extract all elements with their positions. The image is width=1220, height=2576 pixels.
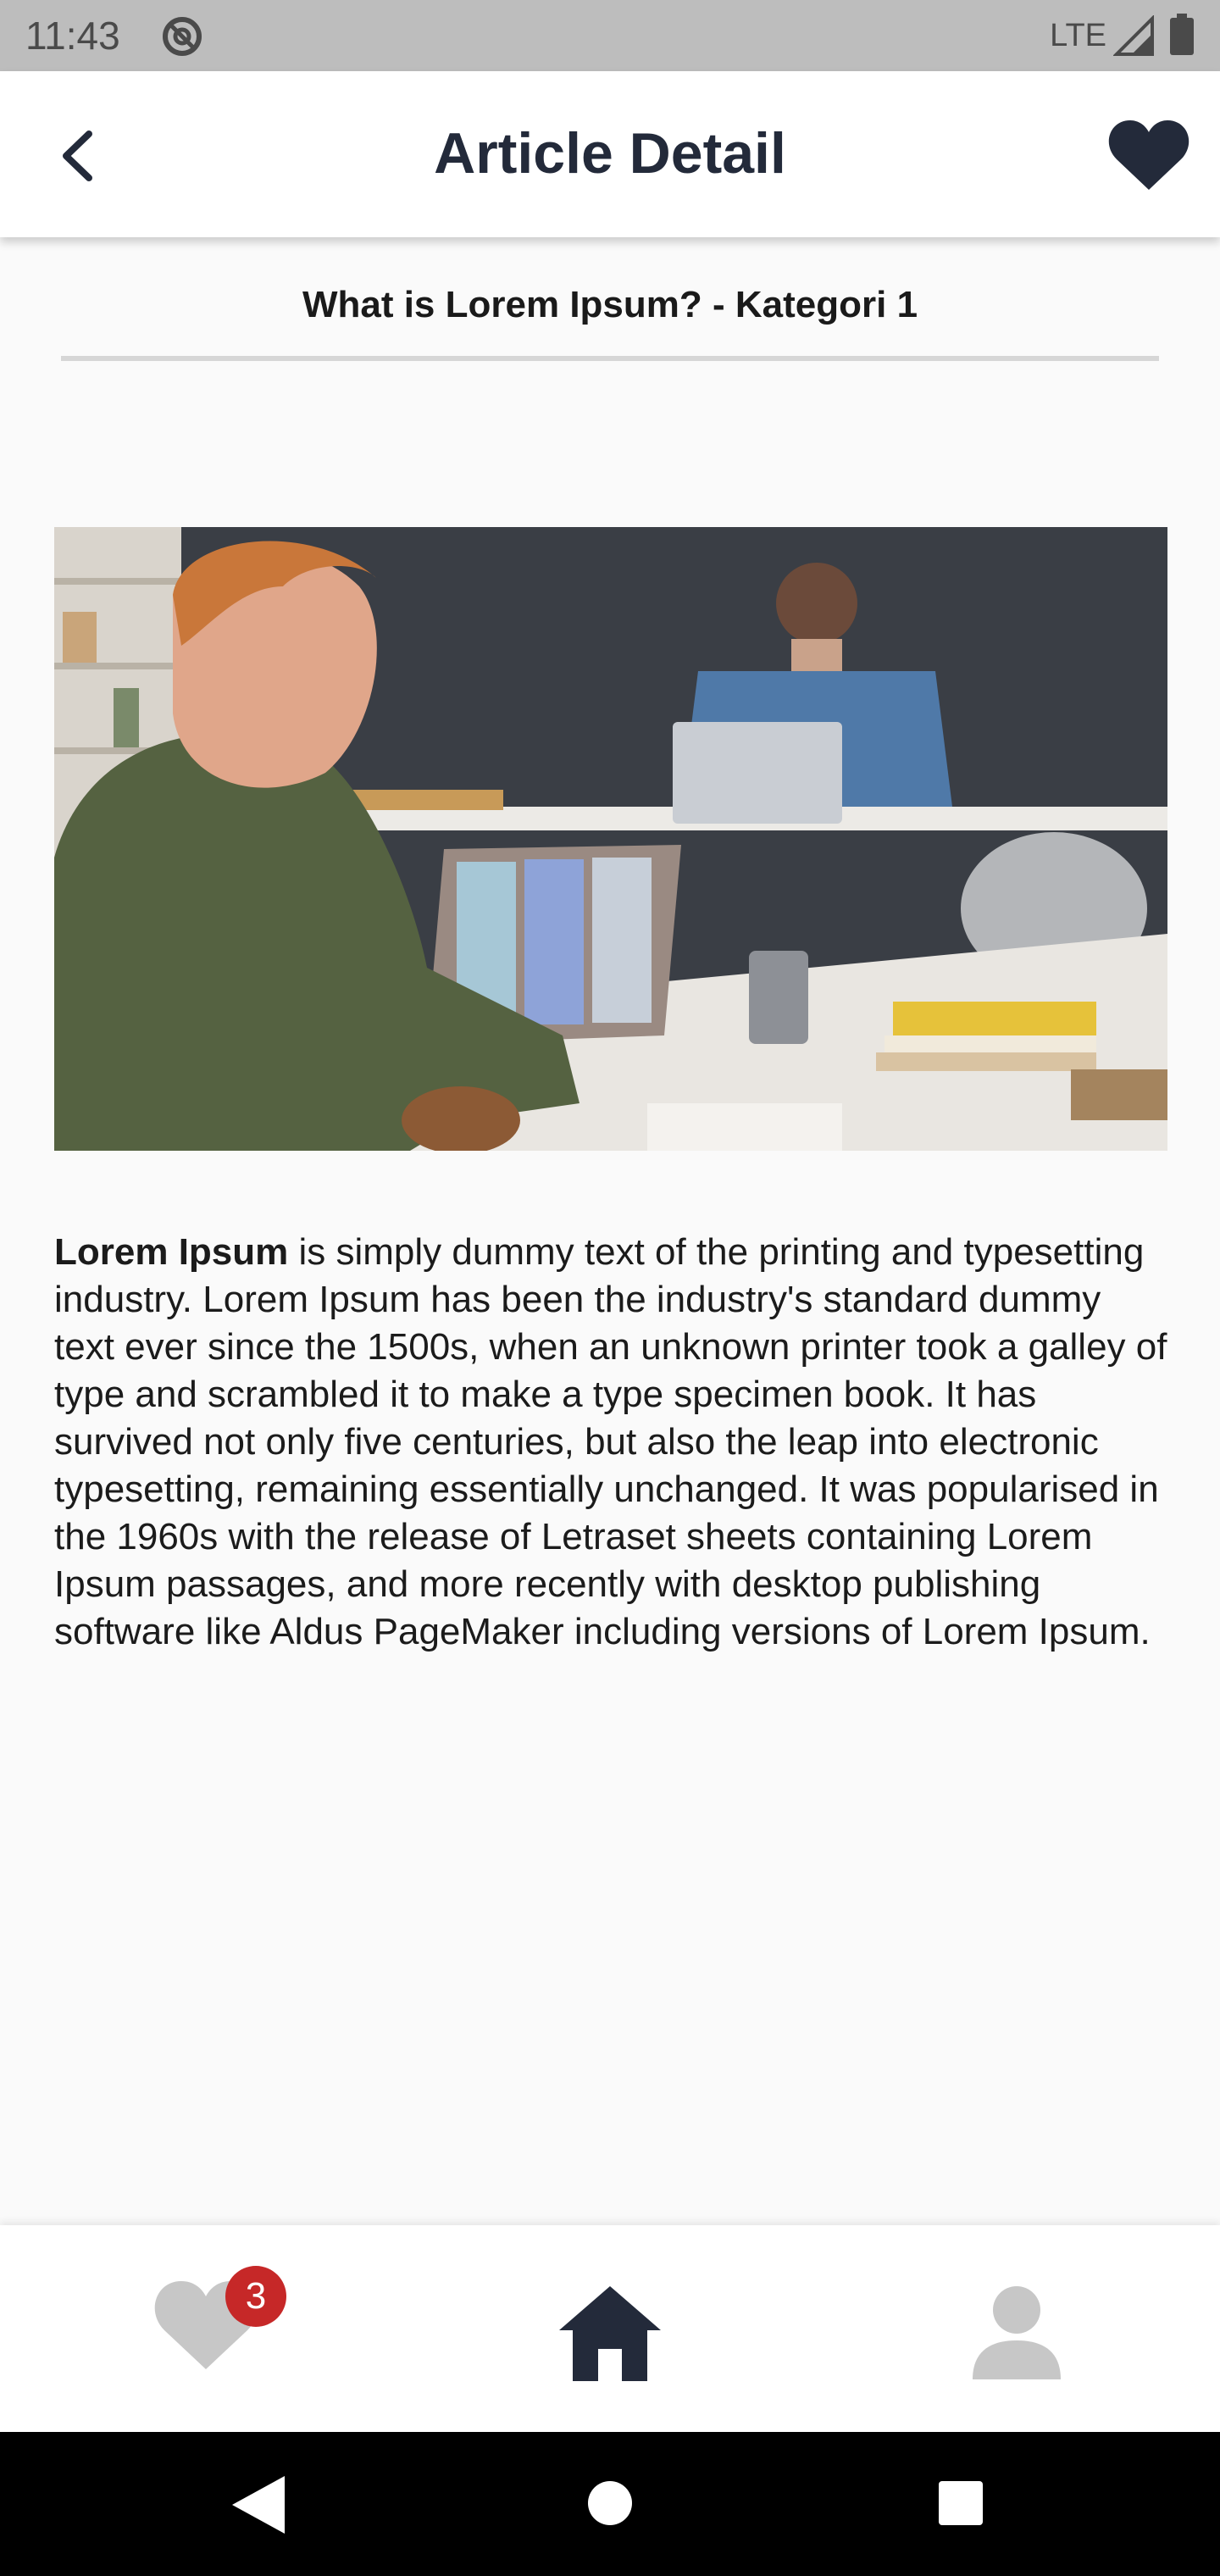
status-bar: 11:43 LTE bbox=[0, 0, 1220, 71]
bottom-nav: 3 bbox=[0, 2225, 1220, 2432]
system-back-icon[interactable] bbox=[229, 2473, 288, 2537]
system-recents-icon[interactable] bbox=[939, 2481, 983, 2525]
heading-divider bbox=[61, 356, 1159, 361]
favorite-button[interactable] bbox=[1106, 115, 1191, 197]
do-not-disturb-icon bbox=[163, 17, 202, 56]
signal-icon bbox=[1113, 15, 1154, 56]
system-home-icon[interactable] bbox=[588, 2481, 632, 2525]
article-image bbox=[54, 527, 1167, 1151]
battery-icon bbox=[1170, 14, 1194, 55]
system-nav-bar bbox=[0, 2432, 1220, 2576]
article-body: Lorem Ipsum is simply dummy text of the … bbox=[54, 1229, 1171, 1656]
article-body-lead: Lorem Ipsum bbox=[54, 1231, 289, 1273]
page-title: Article Detail bbox=[434, 121, 786, 186]
favorites-count-badge: 3 bbox=[225, 2266, 286, 2327]
article-body-text: is simply dummy text of the printing and… bbox=[54, 1231, 1167, 1652]
article-heading: What is Lorem Ipsum? - Kategori 1 bbox=[302, 284, 918, 325]
status-time: 11:43 bbox=[25, 14, 120, 58]
app-bar: Article Detail bbox=[0, 71, 1220, 237]
nav-profile-person-icon[interactable] bbox=[966, 2281, 1068, 2383]
nav-home-icon[interactable] bbox=[556, 2283, 664, 2384]
network-type: LTE bbox=[1050, 18, 1106, 53]
